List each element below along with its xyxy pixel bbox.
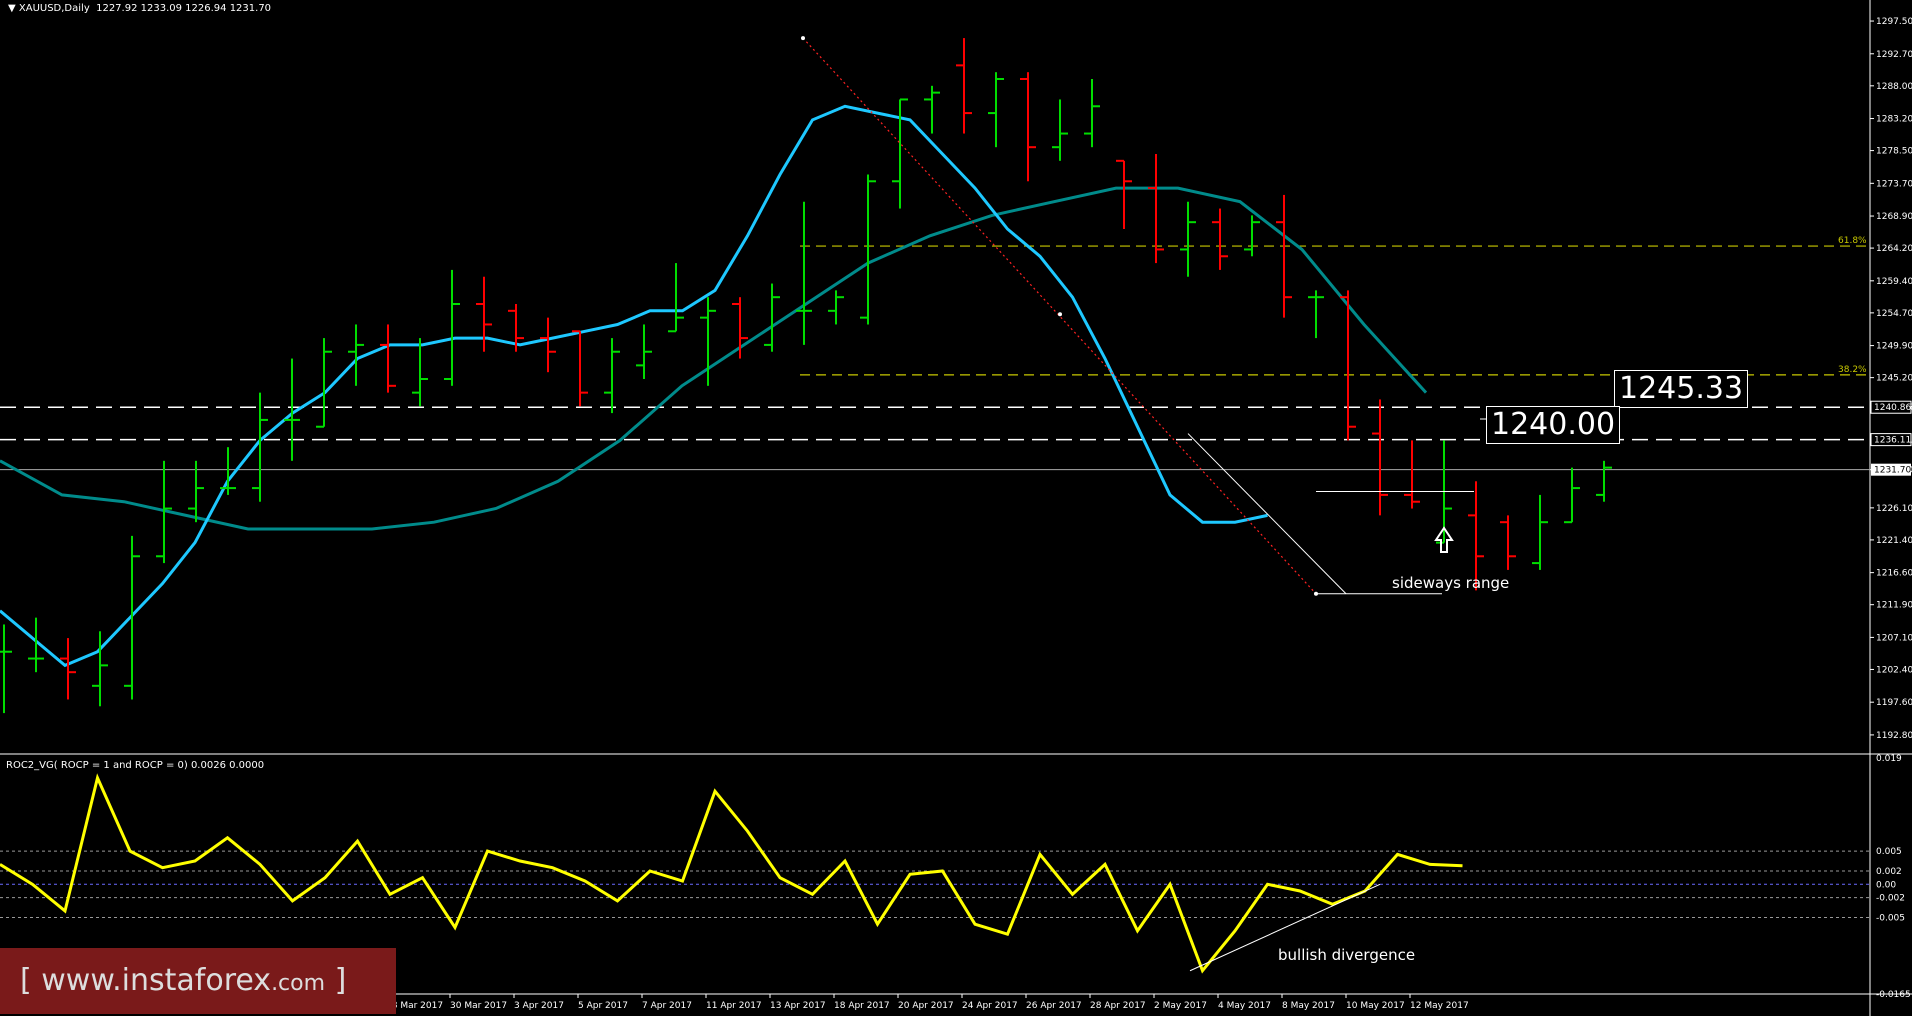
price-level-label-1245: 1245.33 <box>1614 370 1749 408</box>
trend-point <box>1058 312 1062 317</box>
last-price-label: 1231.70 <box>1874 466 1911 476</box>
price-tick-label: 1264.20 <box>1876 244 1912 254</box>
price-tick-label: 1259.40 <box>1876 277 1912 287</box>
time-tick-label: 8 May 2017 <box>1282 1001 1335 1011</box>
price-tick-label: 1207.10 <box>1876 633 1912 643</box>
time-tick-label: 3 Apr 2017 <box>514 1001 564 1011</box>
time-tick-label: 26 Apr 2017 <box>1026 1001 1082 1011</box>
chart-window: 1297.50 1292.70 1288.00 1283.20 1278.50 1273.… <box>0 0 1912 1016</box>
time-tick-label: 24 Apr 2017 <box>962 1001 1018 1011</box>
time-tick-label: 30 Mar 2017 <box>450 1001 507 1011</box>
watermark-bracket-open: [ <box>20 963 32 998</box>
price-tick-label: 1192.80 <box>1876 731 1912 741</box>
sideways-range-label: sideways range <box>1392 574 1509 592</box>
time-tick-label: 11 Apr 2017 <box>706 1001 762 1011</box>
channel-line <box>1187 433 1347 595</box>
roc-tick-label: 0.002 <box>1876 867 1902 877</box>
price-tick-label: 1221.40 <box>1876 536 1912 546</box>
indicator-header: ROC2_VG( ROCP = 1 and ROCP = 0) 0.0026 0… <box>6 760 265 771</box>
price-tick-label: 1288.00 <box>1876 82 1912 92</box>
price-tick-label: 1245.20 <box>1876 374 1912 384</box>
bullish-divergence-label: bullish divergence <box>1278 946 1415 964</box>
time-tick-label: 4 May 2017 <box>1218 1001 1271 1011</box>
price-chart[interactable]: 1297.50 1292.70 1288.00 1283.20 1278.50 1273.… <box>0 0 1912 1016</box>
price-level-label-1240: 1240.00 <box>1486 406 1621 444</box>
ohlc-readout: 1227.92 1233.09 1226.94 1231.70 <box>96 3 272 14</box>
price-tick-label: 1197.60 <box>1876 698 1912 708</box>
roc-tick-label: -0.0165 <box>1876 990 1911 1000</box>
roc-tick-label: 0.00 <box>1876 880 1896 890</box>
price-tick-label: 1211.90 <box>1876 601 1912 611</box>
price-tick-label: 1254.70 <box>1876 309 1912 319</box>
symbol-header: ▼ XAUUSD,Daily 1227.92 1233.09 1226.94 1… <box>8 3 271 14</box>
time-tick-label: 5 Apr 2017 <box>578 1001 628 1011</box>
time-tick-label: 10 May 2017 <box>1346 1001 1405 1011</box>
watermark-text: www.instaforex <box>41 963 272 998</box>
trend-point <box>801 36 805 41</box>
time-tick-label: 28 Apr 2017 <box>1090 1001 1146 1011</box>
price-tick-label: 1283.20 <box>1876 115 1912 125</box>
price-tick-label: 1297.50 <box>1876 17 1912 27</box>
roc-tick-label: -0.005 <box>1876 914 1905 924</box>
instaforex-watermark: [ www.instaforex.com ] <box>0 948 396 1014</box>
time-tick-label: 18 Apr 2017 <box>834 1001 890 1011</box>
fibonacci-level-label: 38.2% <box>1838 365 1867 375</box>
time-tick-label: 2 May 2017 <box>1154 1001 1207 1011</box>
price-tick-label: 1226.10 <box>1876 504 1912 514</box>
time-tick-label: 20 Apr 2017 <box>898 1001 954 1011</box>
time-tick-label: 7 Apr 2017 <box>642 1001 692 1011</box>
watermark-domain: .com <box>271 971 326 996</box>
price-tick-label: 1249.90 <box>1876 342 1912 352</box>
roc-tick-label: 0.019 <box>1876 754 1902 764</box>
price-tick-label: 1202.40 <box>1876 665 1912 675</box>
price-tick-label: 1216.60 <box>1876 569 1912 579</box>
price-tick-label: 1278.50 <box>1876 147 1912 157</box>
price-tick-label: 1292.70 <box>1876 50 1912 60</box>
roc-line <box>0 773 1463 974</box>
watermark-bracket-close: ] <box>334 963 347 998</box>
price-tick-label: 1268.90 <box>1876 212 1912 222</box>
slow-moving-average-line <box>0 186 1428 531</box>
roc-tick-label: -0.002 <box>1876 894 1905 904</box>
symbol-label: XAUUSD,Daily <box>18 3 90 14</box>
level-price-label: 1240.86 <box>1874 403 1911 413</box>
time-tick-label: 13 Apr 2017 <box>770 1001 826 1011</box>
roc-tick-label: 0.005 <box>1876 847 1902 857</box>
price-tick-label: 1273.70 <box>1876 179 1912 189</box>
time-tick-label: 12 May 2017 <box>1410 1001 1469 1011</box>
collapse-arrow-icon[interactable]: ▼ <box>8 3 19 14</box>
fast-moving-average-line <box>0 104 1268 668</box>
fibonacci-level-label: 61.8% <box>1838 236 1867 246</box>
level-price-label: 1236.11 <box>1874 436 1911 446</box>
